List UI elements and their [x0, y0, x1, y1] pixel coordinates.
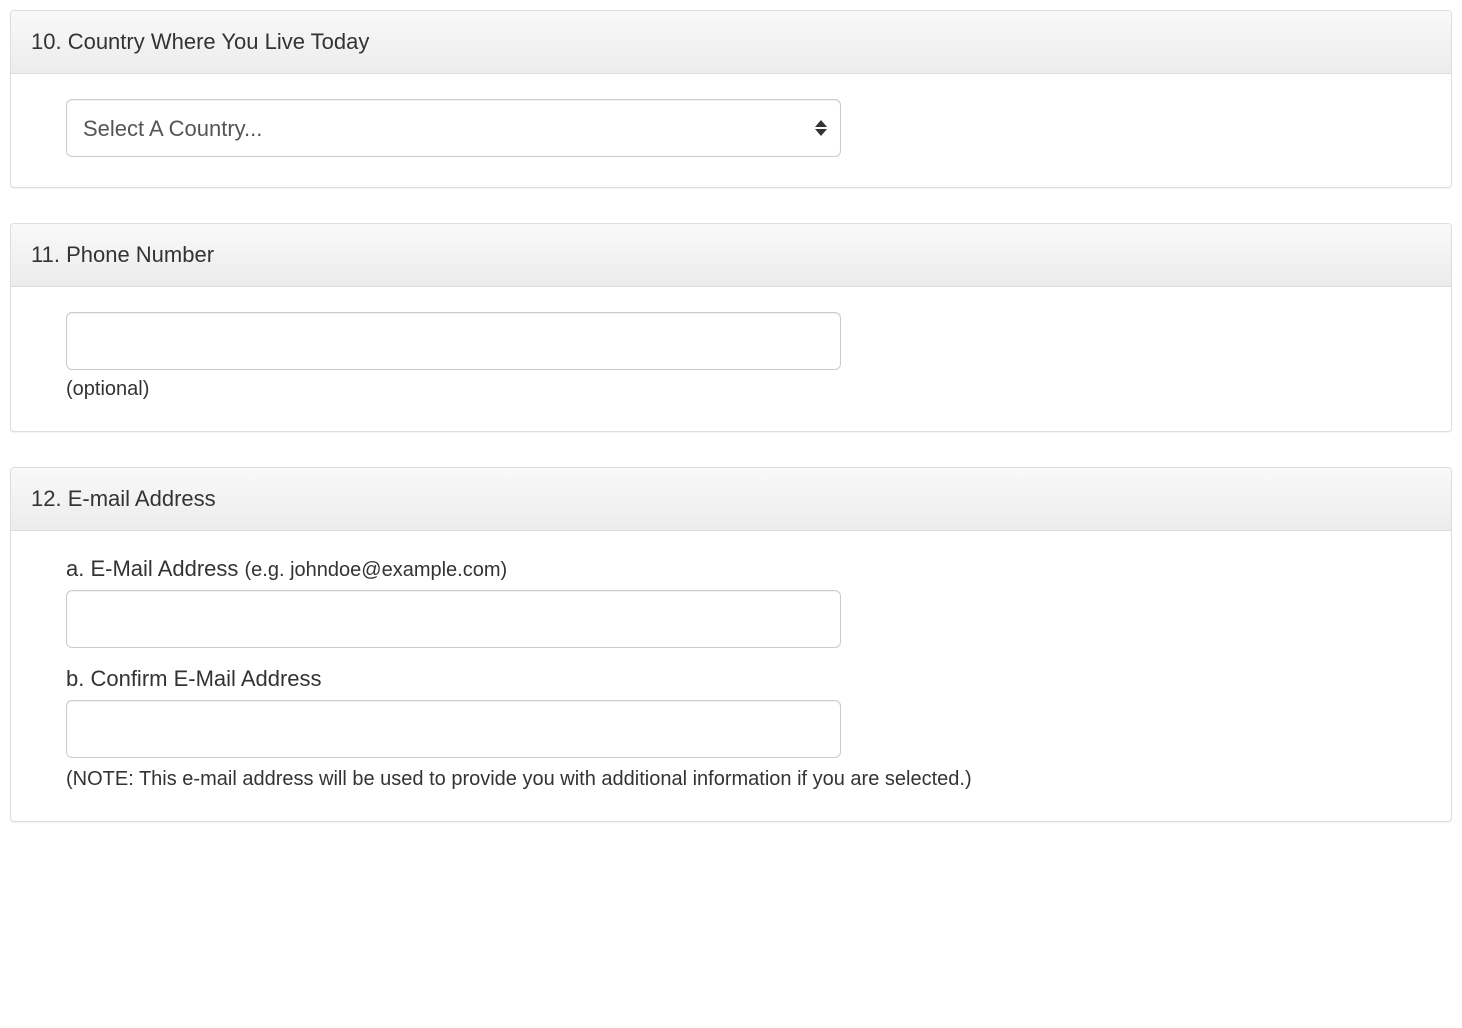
- email-input[interactable]: [66, 590, 841, 648]
- email-label-a: a. E-Mail Address (e.g. johndoe@example.…: [66, 556, 1396, 582]
- phone-section-title: 11. Phone Number: [11, 224, 1451, 287]
- email-section-title: 12. E-mail Address: [11, 468, 1451, 531]
- phone-input[interactable]: [66, 312, 841, 370]
- confirm-email-input[interactable]: [66, 700, 841, 758]
- email-section-body: a. E-Mail Address (e.g. johndoe@example.…: [11, 531, 1451, 821]
- email-note: (NOTE: This e-mail address will be used …: [66, 768, 1396, 791]
- email-label-a-text: a. E-Mail Address: [66, 556, 245, 581]
- email-section: 12. E-mail Address a. E-Mail Address (e.…: [10, 467, 1452, 822]
- email-label-b: b. Confirm E-Mail Address: [66, 666, 1396, 692]
- phone-section-body: (optional): [11, 287, 1451, 431]
- phone-section: 11. Phone Number (optional): [10, 223, 1452, 432]
- country-select[interactable]: Select A Country...: [66, 99, 841, 157]
- country-select-wrapper: Select A Country...: [66, 99, 841, 157]
- country-section-title: 10. Country Where You Live Today: [11, 11, 1451, 74]
- email-field-group-a: a. E-Mail Address (e.g. johndoe@example.…: [66, 556, 1396, 648]
- email-field-group-b: b. Confirm E-Mail Address (NOTE: This e-…: [66, 666, 1396, 791]
- phone-optional-label: (optional): [66, 378, 1396, 401]
- country-section-body: Select A Country...: [11, 74, 1451, 187]
- email-label-a-hint: (e.g. johndoe@example.com): [245, 559, 508, 581]
- country-section: 10. Country Where You Live Today Select …: [10, 10, 1452, 188]
